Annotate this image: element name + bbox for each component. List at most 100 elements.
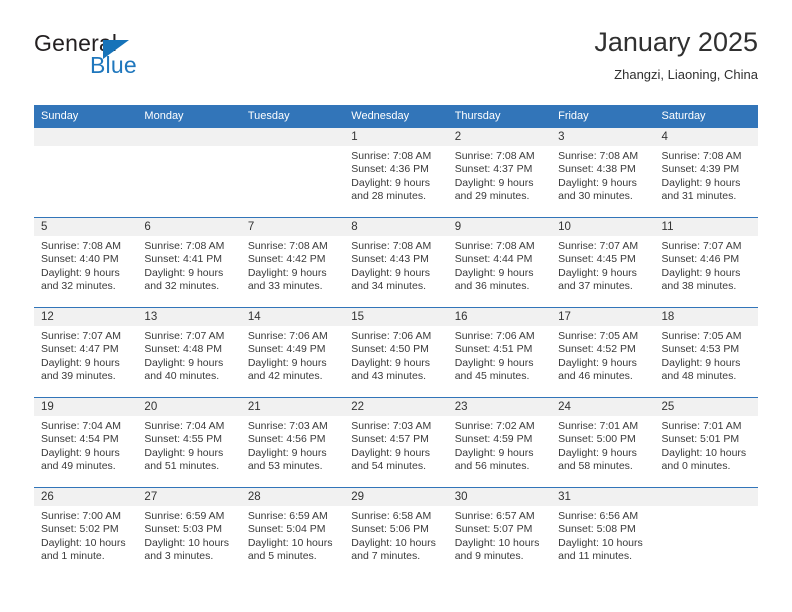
daylight-text-line2: and 36 minutes. xyxy=(454,280,530,293)
day-number: 4 xyxy=(654,128,758,146)
day-details: Sunrise: 7:08 AM Sunset: 4:41 PM Daylight:… xyxy=(137,236,240,294)
sunset-text: Sunset: 4:49 PM xyxy=(247,343,326,356)
sunrise-text: Sunrise: 7:02 AM xyxy=(454,420,535,432)
page-header: General Blue January 2025 Zhangzi, Liaon… xyxy=(34,26,758,98)
daylight-text-line2: and 9 minutes. xyxy=(454,550,524,563)
daylight-text-line1: Daylight: 9 hours xyxy=(144,266,224,279)
day-number: 12 xyxy=(34,308,138,326)
sunrise-text: Sunrise: 7:00 AM xyxy=(41,510,121,522)
sunrise-text: Sunrise: 7:08 AM xyxy=(41,240,121,252)
daylight-text-line2: and 30 minutes. xyxy=(558,190,633,203)
calendar-day-cell[interactable]: 7 Sunrise: 7:08 AM Sunset: 4:42 PM Daylight… xyxy=(240,217,345,308)
calendar-day-cell[interactable]: 26 Sunrise: 7:00 AM Sunset: 5:02 PM Dayligh… xyxy=(34,487,138,577)
calendar-day-cell[interactable]: 24 Sunrise: 7:01 AM Sunset: 5:00 PM Dayligh… xyxy=(551,397,655,488)
sunrise-text: Sunrise: 7:08 AM xyxy=(247,240,328,252)
calendar-grid: Sunday Monday Tuesday Wednesday Thursday… xyxy=(34,105,758,577)
day-number: 17 xyxy=(551,308,655,326)
calendar-day-cell[interactable]: 9 Sunrise: 7:08 AM Sunset: 4:44 PM Daylight… xyxy=(447,217,552,308)
sunset-text: Sunset: 4:42 PM xyxy=(247,253,326,266)
calendar-day-cell[interactable]: 27 Sunrise: 6:59 AM Sunset: 5:03 PM Dayligh… xyxy=(137,487,241,577)
calendar-day-cell[interactable]: 18 Sunrise: 7:05 AM Sunset: 4:53 PM Dayligh… xyxy=(654,307,758,398)
sunrise-text: Sunrise: 7:07 AM xyxy=(41,330,121,342)
calendar-day-cell[interactable]: 30 Sunrise: 6:57 AM Sunset: 5:07 PM Dayligh… xyxy=(447,487,552,577)
sunset-text: Sunset: 5:07 PM xyxy=(454,523,533,536)
sunset-text: Sunset: 4:40 PM xyxy=(41,253,119,266)
daylight-text-line1: Daylight: 9 hours xyxy=(558,446,637,459)
day-number: 8 xyxy=(344,218,448,236)
sunrise-text: Sunrise: 7:06 AM xyxy=(351,330,432,342)
sunset-text: Sunset: 4:43 PM xyxy=(351,253,429,266)
calendar-day-cell[interactable]: 10 Sunrise: 7:07 AM Sunset: 4:45 PM Dayligh… xyxy=(551,217,655,308)
calendar-day-cell[interactable]: 16 Sunrise: 7:06 AM Sunset: 4:51 PM Dayligh… xyxy=(447,307,552,398)
daylight-text-line2: and 54 minutes. xyxy=(351,460,426,473)
sunrise-text: Sunrise: 7:08 AM xyxy=(144,240,225,252)
day-details: Sunrise: 7:07 AM Sunset: 4:46 PM Daylight:… xyxy=(655,236,758,294)
day-number: 18 xyxy=(654,308,758,326)
sunrise-text: Sunrise: 7:08 AM xyxy=(558,150,639,162)
calendar-day-cell[interactable]: 2 Sunrise: 7:08 AM Sunset: 4:37 PM Daylight… xyxy=(447,128,552,218)
day-details: Sunrise: 6:56 AM Sunset: 5:08 PM Daylight:… xyxy=(551,506,654,564)
calendar-day-cell[interactable]: 4 Sunrise: 7:08 AM Sunset: 4:39 PM Daylight… xyxy=(654,128,758,218)
calendar-day-cell[interactable]: 19 Sunrise: 7:04 AM Sunset: 4:54 PM Dayligh… xyxy=(34,397,138,488)
day-details: Sunrise: 7:08 AM Sunset: 4:42 PM Daylight:… xyxy=(241,236,344,294)
brand-logo[interactable]: General Blue xyxy=(34,30,214,86)
calendar-body: 1 Sunrise: 7:08 AM Sunset: 4:36 PM Daylight… xyxy=(34,128,758,577)
calendar-day-cell[interactable]: 21 Sunrise: 7:03 AM Sunset: 4:56 PM Dayligh… xyxy=(240,397,345,488)
calendar-day-cell[interactable]: 5 Sunrise: 7:08 AM Sunset: 4:40 PM Daylight… xyxy=(34,217,138,308)
calendar-cell-empty xyxy=(137,128,241,218)
sunset-text: Sunset: 4:38 PM xyxy=(558,163,636,176)
calendar-day-cell[interactable]: 22 Sunrise: 7:03 AM Sunset: 4:57 PM Dayligh… xyxy=(344,397,448,488)
daylight-text-line1: Daylight: 10 hours xyxy=(247,536,333,549)
calendar-day-cell[interactable]: 8 Sunrise: 7:08 AM Sunset: 4:43 PM Daylight… xyxy=(344,217,448,308)
weekday-header-wednesday: Wednesday xyxy=(344,105,448,128)
sunset-text: Sunset: 4:47 PM xyxy=(41,343,119,356)
calendar-day-cell[interactable]: 25 Sunrise: 7:01 AM Sunset: 5:01 PM Dayligh… xyxy=(654,397,758,488)
calendar-day-cell[interactable]: 29 Sunrise: 6:58 AM Sunset: 5:06 PM Dayligh… xyxy=(344,487,448,577)
daylight-text-line2: and 58 minutes. xyxy=(558,460,633,473)
day-number: 5 xyxy=(34,218,138,236)
calendar-day-cell[interactable]: 17 Sunrise: 7:05 AM Sunset: 4:52 PM Dayligh… xyxy=(551,307,655,398)
sunrise-text: Sunrise: 7:05 AM xyxy=(558,330,639,342)
calendar-day-cell[interactable]: 23 Sunrise: 7:02 AM Sunset: 4:59 PM Dayligh… xyxy=(447,397,552,488)
daylight-text-line1: Daylight: 9 hours xyxy=(558,266,637,279)
daylight-text-line2: and 0 minutes. xyxy=(661,460,731,473)
weekday-header-monday: Monday xyxy=(137,105,241,128)
daylight-text-line2: and 51 minutes. xyxy=(144,460,220,473)
day-details: Sunrise: 7:08 AM Sunset: 4:44 PM Daylight:… xyxy=(448,236,551,294)
daylight-text-line1: Daylight: 9 hours xyxy=(41,266,120,279)
calendar-day-cell[interactable]: 13 Sunrise: 7:07 AM Sunset: 4:48 PM Dayligh… xyxy=(137,307,241,398)
daylight-text-line2: and 38 minutes. xyxy=(661,280,737,293)
sunset-text: Sunset: 5:02 PM xyxy=(41,523,119,536)
calendar-day-cell[interactable]: 31 Sunrise: 6:56 AM Sunset: 5:08 PM Dayligh… xyxy=(551,487,655,577)
sunset-text: Sunset: 5:08 PM xyxy=(558,523,636,536)
sunrise-text: Sunrise: 6:59 AM xyxy=(144,510,225,522)
calendar-day-cell[interactable]: 11 Sunrise: 7:07 AM Sunset: 4:46 PM Dayligh… xyxy=(654,217,758,308)
calendar-day-cell[interactable]: 15 Sunrise: 7:06 AM Sunset: 4:50 PM Dayligh… xyxy=(344,307,448,398)
calendar-day-cell[interactable]: 3 Sunrise: 7:08 AM Sunset: 4:38 PM Daylight… xyxy=(551,128,655,218)
calendar-day-cell[interactable]: 6 Sunrise: 7:08 AM Sunset: 4:41 PM Daylight… xyxy=(137,217,241,308)
day-number: 10 xyxy=(551,218,655,236)
sunset-text: Sunset: 4:45 PM xyxy=(558,253,636,266)
daylight-text-line1: Daylight: 9 hours xyxy=(661,356,741,369)
daylight-text-line2: and 33 minutes. xyxy=(247,280,323,293)
day-number: 16 xyxy=(447,308,552,326)
day-details: Sunrise: 6:58 AM Sunset: 5:06 PM Daylight:… xyxy=(344,506,447,564)
daylight-text-line2: and 46 minutes. xyxy=(558,370,633,383)
calendar-day-cell[interactable]: 20 Sunrise: 7:04 AM Sunset: 4:55 PM Dayligh… xyxy=(137,397,241,488)
daylight-text-line2: and 3 minutes. xyxy=(144,550,214,563)
calendar-day-cell[interactable]: 1 Sunrise: 7:08 AM Sunset: 4:36 PM Daylight… xyxy=(344,128,448,218)
day-number: 6 xyxy=(137,218,241,236)
day-number: 22 xyxy=(344,398,448,416)
calendar-week-row: 5 Sunrise: 7:08 AM Sunset: 4:40 PM Daylight… xyxy=(34,217,758,308)
daylight-text-line1: Daylight: 9 hours xyxy=(454,176,534,189)
sunrise-text: Sunrise: 7:06 AM xyxy=(454,330,535,342)
sunset-text: Sunset: 5:04 PM xyxy=(247,523,326,536)
calendar-day-cell[interactable]: 28 Sunrise: 6:59 AM Sunset: 5:04 PM Dayligh… xyxy=(240,487,345,577)
calendar-day-cell[interactable]: 12 Sunrise: 7:07 AM Sunset: 4:47 PM Dayligh… xyxy=(34,307,138,398)
sunrise-text: Sunrise: 7:08 AM xyxy=(351,150,432,162)
daylight-text-line1: Daylight: 10 hours xyxy=(661,446,747,459)
calendar-day-cell[interactable]: 14 Sunrise: 7:06 AM Sunset: 4:49 PM Dayligh… xyxy=(240,307,345,398)
sunset-text: Sunset: 4:54 PM xyxy=(41,433,119,446)
sunset-text: Sunset: 4:52 PM xyxy=(558,343,636,356)
daylight-text-line1: Daylight: 9 hours xyxy=(351,356,431,369)
